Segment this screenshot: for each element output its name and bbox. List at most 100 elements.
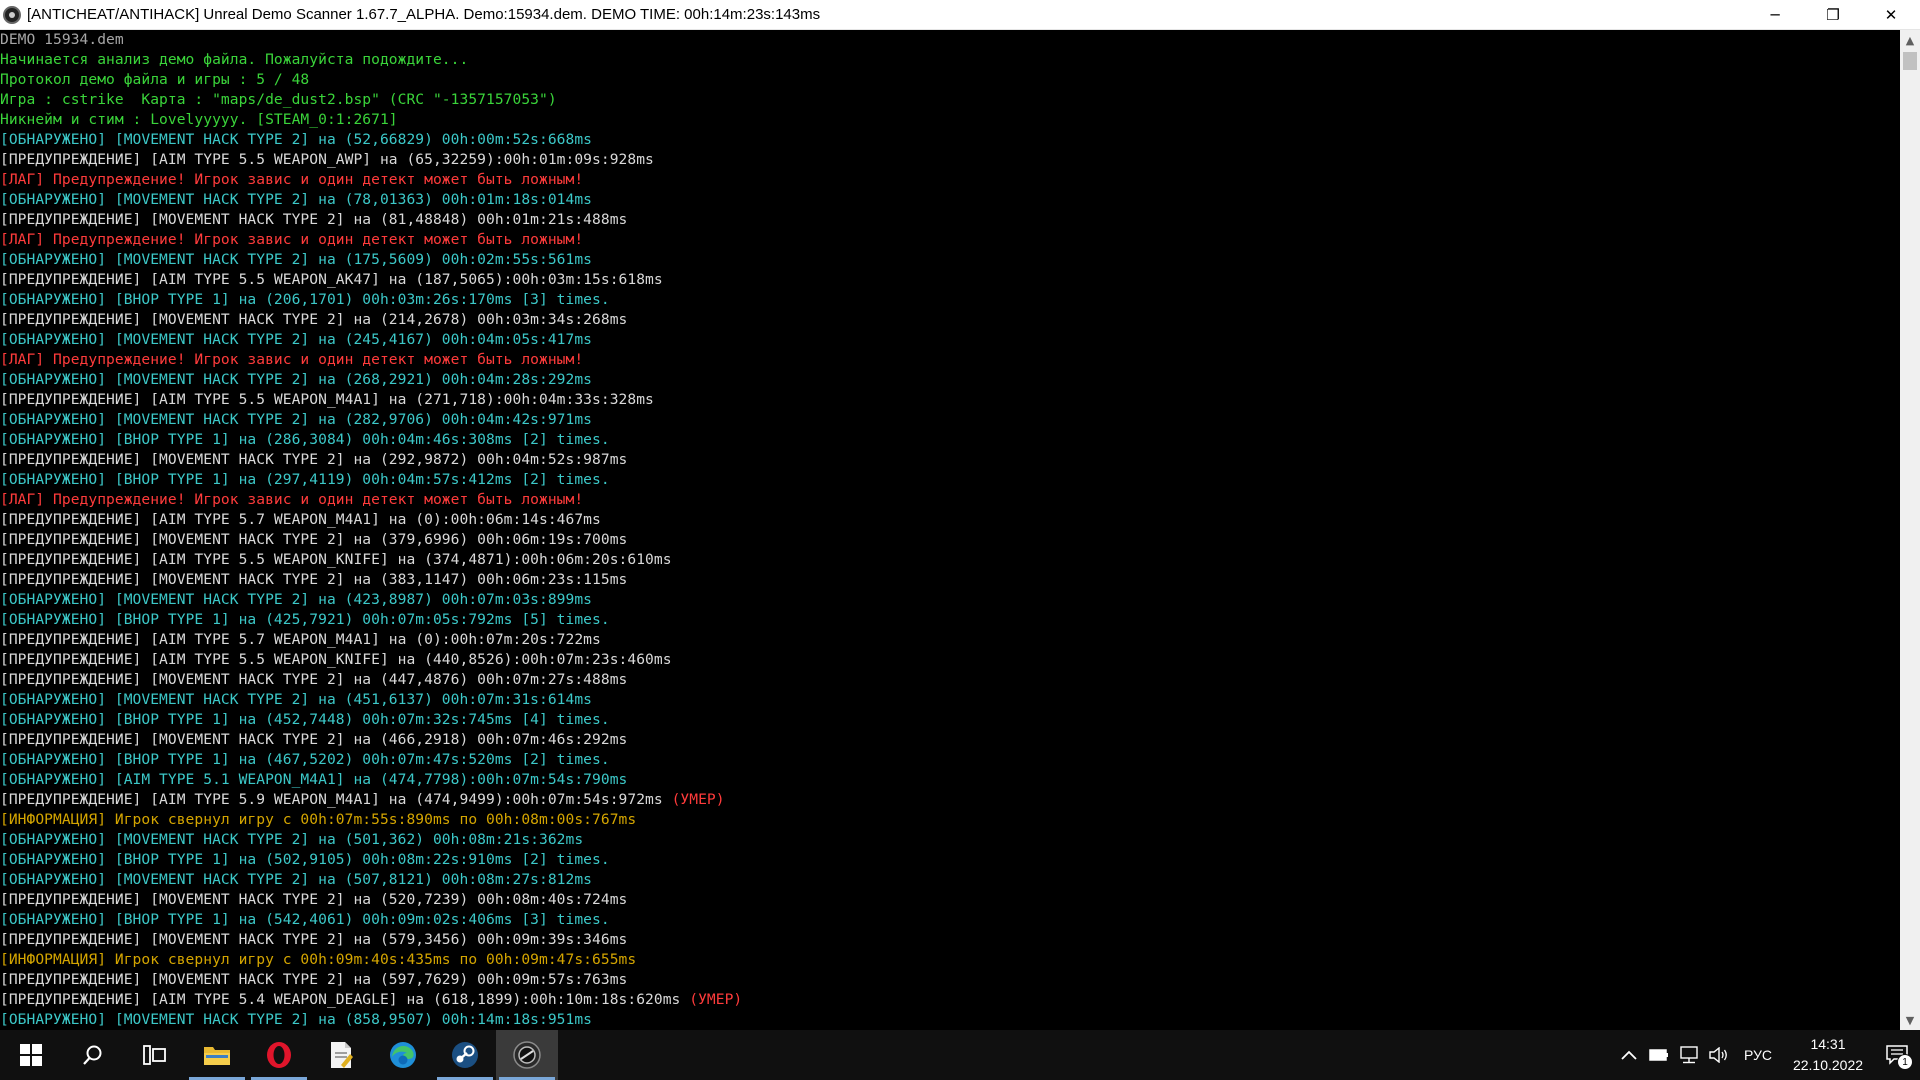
console-line: [ИНФОРМАЦИЯ] Игрок свернул игру с 00h:07… bbox=[0, 810, 1900, 830]
console-line-text: [ОБНАРУЖЕНО] [BHOP TYPE 1] на (502,9105)… bbox=[0, 851, 610, 868]
document-icon bbox=[331, 1042, 353, 1068]
console-line-text: [ОБНАРУЖЕНО] [BHOP TYPE 1] на (425,7921)… bbox=[0, 611, 610, 628]
opera-icon bbox=[267, 1042, 291, 1068]
taskbar-file-explorer[interactable] bbox=[186, 1030, 248, 1080]
maximize-button[interactable]: ❐ bbox=[1804, 0, 1862, 29]
console-line: [ПРЕДУПРЕЖДЕНИЕ] [AIM TYPE 5.7 WEAPON_M4… bbox=[0, 630, 1900, 650]
console-line-text: [ПРЕДУПРЕЖДЕНИЕ] [MOVEMENT HACK TYPE 2] … bbox=[0, 311, 628, 328]
console-line-text: [ОБНАРУЖЕНО] [BHOP TYPE 1] на (467,5202)… bbox=[0, 751, 610, 768]
battery-button[interactable] bbox=[1644, 1030, 1674, 1080]
console-line-tag: (УМЕР) bbox=[671, 791, 725, 808]
chevron-up-icon bbox=[1621, 1050, 1637, 1060]
network-icon bbox=[1680, 1046, 1698, 1064]
battery-icon bbox=[1649, 1049, 1668, 1061]
taskbar-opera[interactable] bbox=[248, 1030, 310, 1080]
console-line-text: [ОБНАРУЖЕНО] [BHOP TYPE 1] на (297,4119)… bbox=[0, 471, 610, 488]
console-line-text: [ПРЕДУПРЕЖДЕНИЕ] [AIM TYPE 5.5 WEAPON_AK… bbox=[0, 271, 663, 288]
console-line-text: DEMO 15934.dem bbox=[0, 31, 124, 48]
console-line-text: [ОБНАРУЖЕНО] [BHOP TYPE 1] на (286,3084)… bbox=[0, 431, 610, 448]
console-line: Игра : cstrike Карта : "maps/de_dust2.bs… bbox=[0, 90, 1900, 110]
console-line: [ОБНАРУЖЕНО] [MOVEMENT HACK TYPE 2] на (… bbox=[0, 870, 1900, 890]
console-line-text: [ПРЕДУПРЕЖДЕНИЕ] [AIM TYPE 5.5 WEAPON_KN… bbox=[0, 651, 672, 668]
console-line: [ОБНАРУЖЕНО] [MOVEMENT HACK TYPE 2] на (… bbox=[0, 330, 1900, 350]
taskbar-demo-scanner[interactable] bbox=[496, 1030, 558, 1080]
system-tray: РУС 14:31 22.10.2022 1 bbox=[1614, 1030, 1920, 1080]
console-line: [ЛАГ] Предупреждение! Игрок завис и один… bbox=[0, 490, 1900, 510]
console-line-text: [ПРЕДУПРЕЖДЕНИЕ] [AIM TYPE 5.7 WEAPON_M4… bbox=[0, 631, 601, 648]
task-view-button[interactable] bbox=[124, 1030, 186, 1080]
taskbar-edge[interactable] bbox=[372, 1030, 434, 1080]
console-line-text: Игра : cstrike Карта : "maps/de_dust2.bs… bbox=[0, 91, 557, 108]
search-button[interactable] bbox=[62, 1030, 124, 1080]
console-line-text: [ПРЕДУПРЕЖДЕНИЕ] [AIM TYPE 5.5 WEAPON_M4… bbox=[0, 391, 654, 408]
console-line: [ОБНАРУЖЕНО] [MOVEMENT HACK TYPE 2] на (… bbox=[0, 190, 1900, 210]
chevron-down-icon: ▼ bbox=[1905, 1013, 1915, 1027]
window-title: [ANTICHEAT/ANTIHACK] Unreal Demo Scanner… bbox=[27, 6, 821, 23]
taskbar-notepad[interactable] bbox=[310, 1030, 372, 1080]
console-line: [ПРЕДУПРЕЖДЕНИЕ] [AIM TYPE 5.5 WEAPON_AW… bbox=[0, 150, 1900, 170]
console-line-text: [ПРЕДУПРЕЖДЕНИЕ] [AIM TYPE 5.9 WEAPON_M4… bbox=[0, 791, 672, 808]
console-line: [ПРЕДУПРЕЖДЕНИЕ] [MOVEMENT HACK TYPE 2] … bbox=[0, 730, 1900, 750]
console-line: [ОБНАРУЖЕНО] [BHOP TYPE 1] на (297,4119)… bbox=[0, 470, 1900, 490]
scroll-up-button[interactable]: ▲ bbox=[1900, 30, 1920, 50]
action-center-button[interactable]: 1 bbox=[1874, 1030, 1920, 1080]
console-line: [ОБНАРУЖЕНО] [MOVEMENT HACK TYPE 2] на (… bbox=[0, 410, 1900, 430]
console-line: [ПРЕДУПРЕЖДЕНИЕ] [AIM TYPE 5.5 WEAPON_KN… bbox=[0, 650, 1900, 670]
console-line-text: [ПРЕДУПРЕЖДЕНИЕ] [MOVEMENT HACK TYPE 2] … bbox=[0, 531, 628, 548]
console-line-text: [ПРЕДУПРЕЖДЕНИЕ] [AIM TYPE 5.5 WEAPON_AW… bbox=[0, 151, 654, 168]
scroll-thumb[interactable] bbox=[1903, 52, 1917, 70]
console-line: [ПРЕДУПРЕЖДЕНИЕ] [AIM TYPE 5.7 WEAPON_M4… bbox=[0, 510, 1900, 530]
console-line: [ПРЕДУПРЕЖДЕНИЕ] [MOVEMENT HACK TYPE 2] … bbox=[0, 450, 1900, 470]
console-line: [ПРЕДУПРЕЖДЕНИЕ] [MOVEMENT HACK TYPE 2] … bbox=[0, 310, 1900, 330]
folder-icon bbox=[204, 1047, 230, 1065]
console-line-text: [ИНФОРМАЦИЯ] Игрок свернул игру с 00h:07… bbox=[0, 811, 637, 828]
console-line-text: [ПРЕДУПРЕЖДЕНИЕ] [MOVEMENT HACK TYPE 2] … bbox=[0, 571, 628, 588]
console-line: [ОБНАРУЖЕНО] [BHOP TYPE 1] на (452,7448)… bbox=[0, 710, 1900, 730]
console-line-text: [ПРЕДУПРЕЖДЕНИЕ] [MOVEMENT HACK TYPE 2] … bbox=[0, 671, 628, 688]
console-line: [ЛАГ] Предупреждение! Игрок завис и один… bbox=[0, 230, 1900, 250]
console-line-text: [ОБНАРУЖЕНО] [MOVEMENT HACK TYPE 2] на (… bbox=[0, 1011, 593, 1028]
console-line: DEMO 15934.dem bbox=[0, 30, 1900, 50]
console-line-text: [ОБНАРУЖЕНО] [BHOP TYPE 1] на (206,1701)… bbox=[0, 291, 610, 308]
network-button[interactable] bbox=[1674, 1030, 1704, 1080]
console-line-text: [ОБНАРУЖЕНО] [MOVEMENT HACK TYPE 2] на (… bbox=[0, 131, 593, 148]
clock-time: 14:31 bbox=[1810, 1036, 1846, 1052]
clock-button[interactable]: 14:31 22.10.2022 bbox=[1782, 1034, 1874, 1076]
console-line: [ПРЕДУПРЕЖДЕНИЕ] [MOVEMENT HACK TYPE 2] … bbox=[0, 530, 1900, 550]
console-line-text: [ОБНАРУЖЕНО] [MOVEMENT HACK TYPE 2] на (… bbox=[0, 191, 593, 208]
close-icon: ✕ bbox=[1884, 5, 1898, 24]
console-line: [ПРЕДУПРЕЖДЕНИЕ] [AIM TYPE 5.5 WEAPON_AK… bbox=[0, 270, 1900, 290]
start-button[interactable] bbox=[0, 1030, 62, 1080]
input-language-button[interactable]: РУС bbox=[1734, 1047, 1782, 1063]
console-line: Протокол демо файла и игры : 5 / 48 bbox=[0, 70, 1900, 90]
console-line: [ЛАГ] Предупреждение! Игрок завис и один… bbox=[0, 170, 1900, 190]
minimize-button[interactable]: ─ bbox=[1746, 0, 1804, 29]
edge-icon bbox=[390, 1042, 416, 1068]
console-line: [ПРЕДУПРЕЖДЕНИЕ] [MOVEMENT HACK TYPE 2] … bbox=[0, 970, 1900, 990]
console-line-text: [ПРЕДУПРЕЖДЕНИЕ] [AIM TYPE 5.4 WEAPON_DE… bbox=[0, 991, 690, 1008]
console-line: Начинается анализ демо файла. Пожалуйста… bbox=[0, 50, 1900, 70]
console-line: [ОБНАРУЖЕНО] [BHOP TYPE 1] на (502,9105)… bbox=[0, 850, 1900, 870]
console-line: Никнейм и стим : Lovelyyyyy. [STEAM_0:1:… bbox=[0, 110, 1900, 130]
console-line-text: [ПРЕДУПРЕЖДЕНИЕ] [MOVEMENT HACK TYPE 2] … bbox=[0, 971, 628, 988]
console-line: [ПРЕДУПРЕЖДЕНИЕ] [MOVEMENT HACK TYPE 2] … bbox=[0, 890, 1900, 910]
console-line: [ОБНАРУЖЕНО] [BHOP TYPE 1] на (542,4061)… bbox=[0, 910, 1900, 930]
console-line: [ЛАГ] Предупреждение! Игрок завис и один… bbox=[0, 350, 1900, 370]
console-line-text: [ОБНАРУЖЕНО] [MOVEMENT HACK TYPE 2] на (… bbox=[0, 331, 593, 348]
console-line-text: [ОБНАРУЖЕНО] [MOVEMENT HACK TYPE 2] на (… bbox=[0, 591, 593, 608]
console-line: [ОБНАРУЖЕНО] [AIM TYPE 5.1 WEAPON_M4A1] … bbox=[0, 770, 1900, 790]
volume-button[interactable] bbox=[1704, 1030, 1734, 1080]
show-hidden-icons-button[interactable] bbox=[1614, 1030, 1644, 1080]
scroll-down-button[interactable]: ▼ bbox=[1900, 1010, 1920, 1030]
taskbar-steam[interactable] bbox=[434, 1030, 496, 1080]
console-line-text: [ПРЕДУПРЕЖДЕНИЕ] [AIM TYPE 5.5 WEAPON_KN… bbox=[0, 551, 672, 568]
close-button[interactable]: ✕ bbox=[1862, 0, 1920, 29]
vertical-scrollbar[interactable]: ▲ ▼ bbox=[1900, 30, 1920, 1030]
console-output[interactable]: DEMO 15934.dem Начинается анализ демо фай… bbox=[0, 30, 1900, 1030]
console-line-text: [ПРЕДУПРЕЖДЕНИЕ] [MOVEMENT HACK TYPE 2] … bbox=[0, 931, 628, 948]
console-line: [ОБНАРУЖЕНО] [MOVEMENT HACK TYPE 2] на (… bbox=[0, 370, 1900, 390]
window-titlebar[interactable]: [ANTICHEAT/ANTIHACK] Unreal Demo Scanner… bbox=[0, 0, 1920, 30]
taskbar: РУС 14:31 22.10.2022 1 bbox=[0, 1030, 1920, 1080]
steam-icon bbox=[452, 1042, 478, 1068]
console-line-text: [ОБНАРУЖЕНО] [BHOP TYPE 1] на (542,4061)… bbox=[0, 911, 610, 928]
